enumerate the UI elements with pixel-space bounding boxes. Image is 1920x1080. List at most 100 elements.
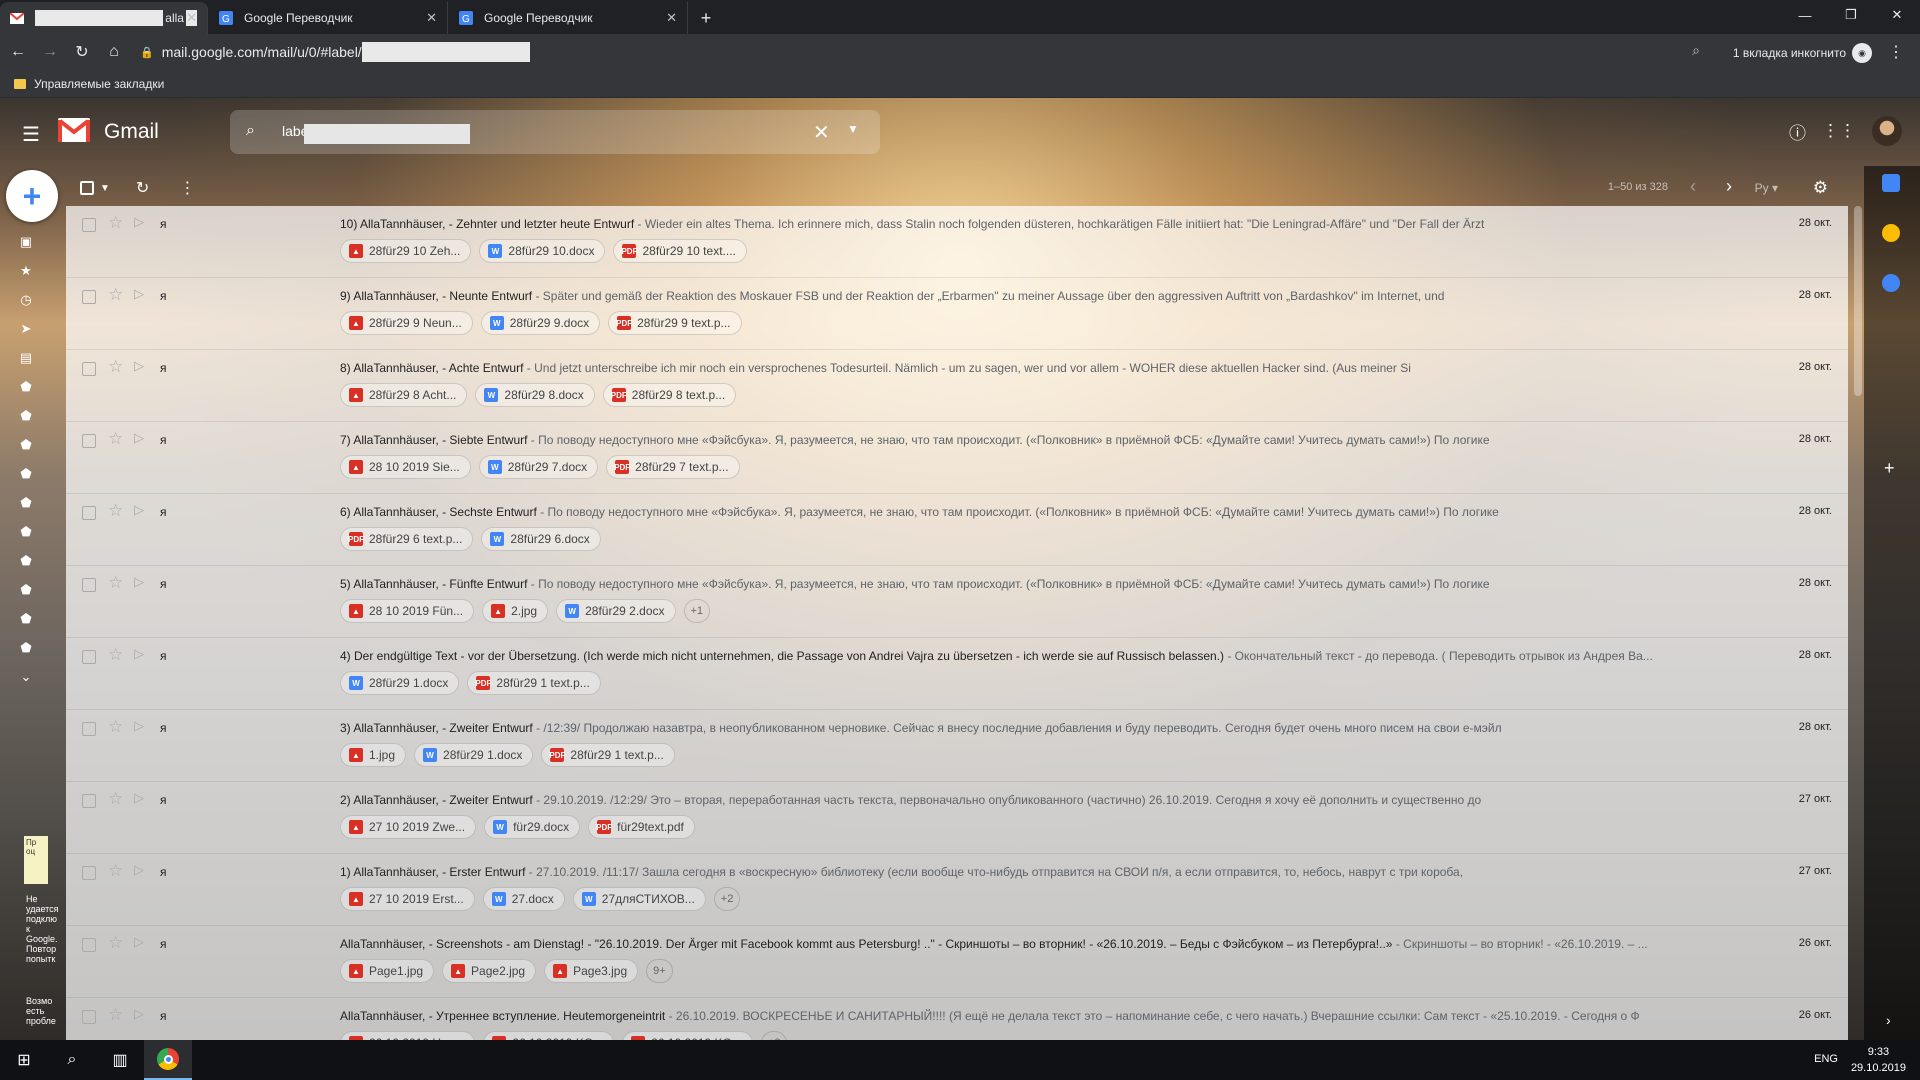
tab-close-icon[interactable]: ✕ — [666, 10, 677, 26]
row-checkbox[interactable] — [82, 1010, 96, 1024]
star-icon[interactable]: ☆ — [108, 285, 123, 305]
star-icon[interactable]: ☆ — [108, 1005, 123, 1025]
attachment-chip[interactable]: PDF für29text.pdf — [588, 815, 695, 839]
restore-icon[interactable]: ❐ — [1828, 0, 1874, 30]
select-dropdown-icon[interactable]: ▼ — [100, 183, 110, 194]
important-marker-icon[interactable]: ▷ — [134, 934, 144, 950]
attachment-chip[interactable]: W 28für29 6.docx — [481, 527, 601, 551]
label-icon[interactable]: ⬟ — [16, 437, 36, 453]
attachment-chip[interactable]: W 28für29 1.docx — [414, 743, 534, 767]
chrome-taskbar-button[interactable] — [144, 1040, 192, 1080]
attachment-chip[interactable]: PDF 28für29 9 text.p... — [608, 311, 742, 335]
important-marker-icon[interactable]: ▷ — [134, 1006, 144, 1022]
attachment-chip[interactable]: ▲ 2.jpg — [482, 599, 549, 623]
attachment-chip[interactable]: PDF 28für29 1 text.p... — [467, 671, 601, 695]
next-page-icon[interactable]: › — [1726, 176, 1732, 197]
row-checkbox[interactable] — [82, 794, 96, 808]
scrollbar[interactable] — [1854, 206, 1862, 396]
important-marker-icon[interactable]: ▷ — [134, 862, 144, 878]
home-icon[interactable]: ⌂ — [100, 38, 128, 66]
search-icon[interactable]: ⌕ — [1692, 42, 1700, 59]
important-marker-icon[interactable]: ▷ — [134, 646, 144, 662]
attachment-chip[interactable]: W 28für29 9.docx — [480, 311, 601, 335]
row-checkbox[interactable] — [82, 506, 96, 520]
label-icon[interactable]: ⬟ — [16, 611, 36, 627]
attachment-chip[interactable]: Wfür29.docx — [484, 815, 581, 839]
attachment-chip[interactable]: W 27дляСТИХОВ... — [572, 887, 706, 911]
email-row[interactable]: ☆ ▷ я 3) AllaTannhäuser, - Zweiter Entwu… — [66, 710, 1848, 782]
search-box[interactable]: ⌕ labe ✕ ▼ — [230, 110, 880, 154]
attachment-chip[interactable]: W 28für29 1.docx — [340, 671, 460, 695]
email-row[interactable]: ☆ ▷ я 9) AllaTannhäuser, - Neunte Entwur… — [66, 278, 1848, 350]
attachment-chip[interactable]: PDF 28für29 6 text.p... — [340, 527, 474, 551]
attachment-chip[interactable]: PDF 28für29 1 text.p... — [541, 743, 675, 767]
row-checkbox[interactable] — [82, 938, 96, 952]
attachment-chip[interactable]: ▲ 28 10 2019 Sie... — [340, 455, 471, 479]
label-icon[interactable]: ⬟ — [16, 524, 36, 540]
attachment-chip[interactable]: W 28für29 10.docx — [479, 239, 606, 263]
tab-translate-2[interactable]: G Google Переводчик ✕ — [448, 2, 688, 34]
calendar-icon[interactable] — [1882, 174, 1900, 192]
important-marker-icon[interactable]: ▷ — [134, 214, 144, 230]
attachment-chip[interactable]: PDF 28für29 7 text.p... — [606, 455, 740, 479]
back-icon[interactable]: ← — [4, 38, 32, 66]
apps-grid-icon[interactable]: ⋮⋮ — [1822, 121, 1856, 141]
star-icon[interactable]: ☆ — [108, 501, 123, 521]
row-checkbox[interactable] — [82, 722, 96, 736]
more-actions-icon[interactable]: ⋮ — [179, 178, 195, 198]
prev-page-icon[interactable]: ‹ — [1690, 176, 1696, 197]
attachment-chip[interactable]: ▲ 27 10 2019 Erst... — [340, 887, 475, 911]
row-checkbox[interactable] — [82, 866, 96, 880]
attachment-chip[interactable]: ▲ Page2.jpg — [442, 959, 537, 983]
label-icon[interactable]: ⬟ — [16, 466, 36, 482]
attachment-chip[interactable]: W 27.docx — [482, 887, 565, 911]
browser-menu-icon[interactable]: ⋮ — [1888, 42, 1904, 62]
input-tools-button[interactable]: Ру ▾ — [1755, 181, 1778, 195]
search-options-icon[interactable]: ▼ — [847, 122, 859, 136]
forward-icon[interactable]: → — [36, 38, 64, 66]
star-icon[interactable]: ☆ — [108, 429, 123, 449]
clock[interactable]: 9:33 29.10.2019 — [1851, 1044, 1906, 1076]
email-row[interactable]: ☆ ▷ я 7) AllaTannhäuser, - Siebte Entwur… — [66, 422, 1848, 494]
windows-start-icon[interactable]: ⊞ — [0, 1040, 48, 1080]
starred-icon[interactable]: ★ — [16, 263, 36, 279]
attachment-chip[interactable]: W 28für29 7.docx — [478, 455, 599, 479]
label-icon[interactable]: ⬟ — [16, 582, 36, 598]
email-row[interactable]: ☆ ▷ я 4) Der endgültige Text - vor der Ü… — [66, 638, 1848, 710]
row-checkbox[interactable] — [82, 362, 96, 376]
label-icon[interactable]: ⬟ — [16, 408, 36, 424]
select-all-checkbox[interactable] — [80, 181, 94, 195]
star-icon[interactable]: ☆ — [108, 573, 123, 593]
task-view-icon[interactable]: ▥ — [96, 1040, 144, 1080]
row-checkbox[interactable] — [82, 578, 96, 592]
tab-gmail[interactable]: alla ✕ — [0, 2, 208, 34]
keep-icon[interactable] — [1882, 224, 1900, 242]
attachment-chip[interactable]: PDF26 10 2019 KO... — [622, 1031, 753, 1040]
row-checkbox[interactable] — [82, 434, 96, 448]
row-checkbox[interactable] — [82, 290, 96, 304]
avatar[interactable] — [1872, 116, 1902, 146]
attachment-chip[interactable]: ▲26 10 2019 Heu... — [340, 1031, 476, 1040]
more-attachments-badge[interactable]: 9+ — [646, 959, 673, 983]
important-marker-icon[interactable]: ▷ — [134, 502, 144, 518]
attachment-chip[interactable]: ▲26 10 2019 KO... — [483, 1031, 615, 1040]
important-marker-icon[interactable]: ▷ — [134, 358, 144, 374]
attachment-chip[interactable]: ▲ 27 10 2019 Zwe... — [340, 815, 477, 839]
help-icon[interactable]: ⓘ — [1789, 119, 1806, 144]
language-indicator[interactable]: ENG — [1814, 1053, 1838, 1065]
tab-translate-1[interactable]: G Google Переводчик ✕ — [208, 2, 448, 34]
email-row[interactable]: ☆ ▷ я 6) AllaTannhäuser, - Sechste Entwu… — [66, 494, 1848, 566]
attachment-chip[interactable]: ▲ 28für29 8 Acht... — [340, 383, 468, 407]
star-icon[interactable]: ☆ — [108, 213, 123, 233]
settings-gear-icon[interactable]: ⚙ — [1813, 178, 1828, 198]
label-icon[interactable]: ⬟ — [16, 640, 36, 656]
star-icon[interactable]: ☆ — [108, 645, 123, 665]
tab-close-icon[interactable]: ✕ — [186, 10, 197, 26]
attachment-chip[interactable]: W 28für29 8.docx — [475, 383, 595, 407]
compose-button[interactable]: + — [6, 170, 58, 222]
more-attachments-badge[interactable]: +1 — [683, 599, 711, 623]
email-row[interactable]: ☆ ▷ я 5) AllaTannhäuser, - Fünfte Entwur… — [66, 566, 1848, 638]
important-marker-icon[interactable]: ▷ — [134, 790, 144, 806]
tasks-icon[interactable] — [1882, 274, 1900, 292]
email-row[interactable]: ☆ ▷ я AllaTannhäuser, - Screenshots - am… — [66, 926, 1848, 998]
